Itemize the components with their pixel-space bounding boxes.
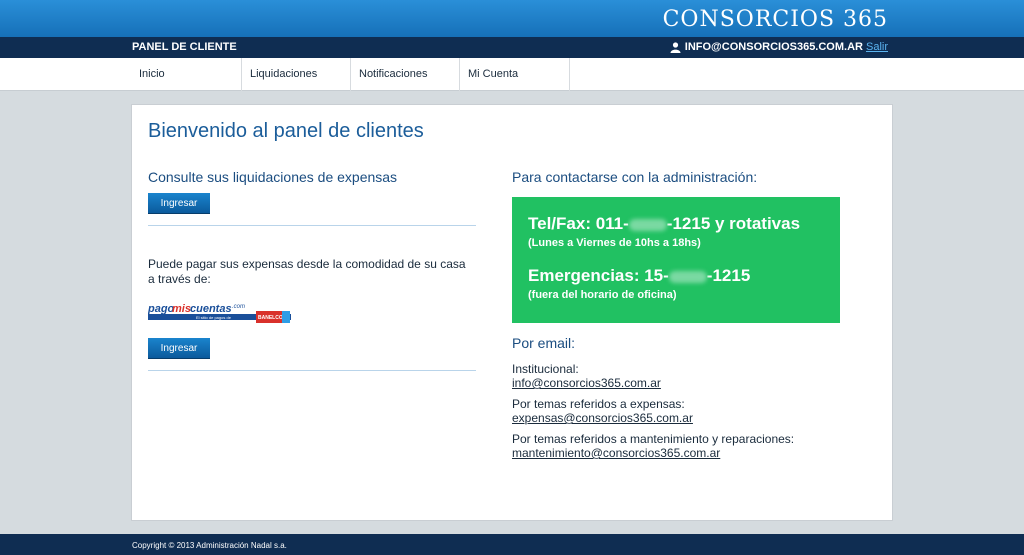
- user-bar: PANEL DE CLIENTE INFO@CONSORCIOS365.COM.…: [0, 37, 1024, 58]
- email-link-expensas[interactable]: expensas@consorcios365.com.ar: [512, 411, 693, 425]
- page-title: Bienvenido al panel de clientes: [148, 120, 424, 142]
- svg-text:El sitio de pagos de: El sitio de pagos de: [196, 315, 232, 320]
- liquidaciones-heading: Consulte sus liquidaciones de expensas: [148, 169, 398, 185]
- svg-text:cuentas: cuentas: [190, 303, 232, 315]
- email-label-expensas: Por temas referidos a expensas:: [512, 397, 685, 411]
- ingresar-pagomiscuentas-button[interactable]: Ingresar: [148, 338, 210, 359]
- footer: Copyright © 2013 Administración Nadal s.…: [0, 534, 1024, 555]
- user-info: INFO@CONSORCIOS365.COM.AR Salir: [670, 41, 888, 53]
- main-nav: Inicio Liquidaciones Notificaciones Mi C…: [0, 58, 1024, 91]
- ingresar-liquidaciones-button[interactable]: Ingresar: [148, 193, 210, 214]
- svg-text:mis: mis: [172, 303, 191, 315]
- emergency-note: (fuera del horario de oficina): [528, 289, 677, 301]
- phone-number: Tel/Fax: 011- -1215 y rotativas: [528, 214, 801, 233]
- divider: [148, 370, 476, 371]
- divider: [148, 225, 476, 226]
- email-link-info[interactable]: info@consorcios365.com.ar: [512, 376, 661, 390]
- brand-logo[interactable]: CONSORCIOS 365: [663, 7, 888, 32]
- pay-text: Puede pagar sus expensas desde la comodi…: [148, 257, 466, 286]
- contact-heading: Para contactarse con la administración:: [512, 169, 758, 185]
- logout-link[interactable]: Salir: [866, 41, 888, 53]
- emergency-number: Emergencias: 15- -1215: [528, 266, 751, 285]
- panel-label: PANEL DE CLIENTE: [132, 41, 237, 53]
- email-link-mantenimiento[interactable]: mantenimiento@consorcios365.com.ar: [512, 446, 720, 460]
- svg-text:BANELCO: BANELCO: [258, 315, 283, 321]
- nav-item-notificaciones[interactable]: Notificaciones: [351, 58, 460, 91]
- nav-item-inicio[interactable]: Inicio: [131, 58, 242, 91]
- svg-text:.com: .com: [232, 304, 245, 310]
- copyright-text: Copyright © 2013 Administración Nadal s.…: [132, 541, 287, 550]
- pagomiscuentas-logo[interactable]: pago mis cuentas .com El sitio de pagos …: [147, 301, 294, 325]
- email-heading: Por email:: [512, 335, 576, 351]
- email-label-mantenimiento: Por temas referidos a mantenimiento y re…: [512, 432, 795, 446]
- email-label-institucional: Institucional:: [512, 362, 579, 376]
- user-icon: [670, 41, 681, 53]
- nav-item-mi-cuenta[interactable]: Mi Cuenta: [460, 58, 570, 91]
- phone-hours: (Lunes a Viernes de 10hs a 18hs): [528, 237, 701, 249]
- contact-box: Tel/Fax: 011- -1215 y rotativas (Lunes a …: [512, 197, 840, 323]
- content-card: Bienvenido al panel de clientes Consulte…: [131, 104, 893, 521]
- svg-text:pago: pago: [148, 303, 175, 315]
- nav-item-liquidaciones[interactable]: Liquidaciones: [242, 58, 351, 91]
- user-email: INFO@CONSORCIOS365.COM.AR: [684, 41, 863, 53]
- blurred-digits: [668, 270, 707, 283]
- blurred-digits: [628, 218, 667, 231]
- top-banner: CONSORCIOS 365: [0, 0, 1024, 37]
